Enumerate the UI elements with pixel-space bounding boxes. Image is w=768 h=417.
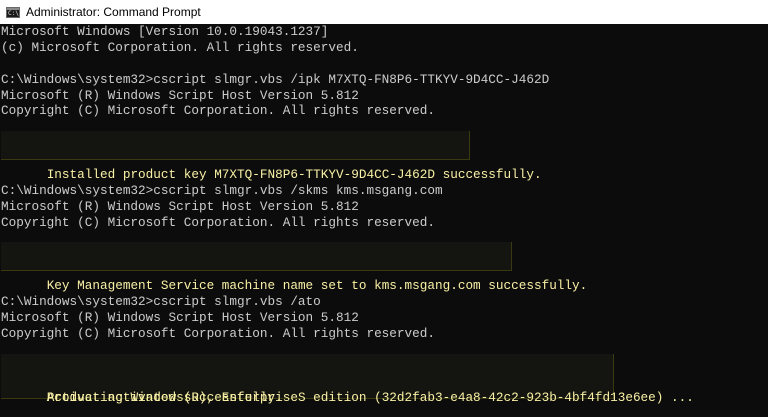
console-output[interactable]: Microsoft Windows [Version 10.0.19043.12… (0, 24, 768, 417)
command-line: C:\Windows\system32>cscript slmgr.vbs /s… (1, 182, 443, 198)
cmd-icon: C:\ (6, 6, 20, 18)
result-highlight-box (1, 242, 512, 272)
highlighted-result: Installed product key M7XTQ-FN8P6-TTKYV-… (1, 131, 768, 182)
output-line: Microsoft (R) Windows Script Host Versio… (1, 310, 359, 326)
highlighted-result: Product activated successfully. (1, 374, 768, 405)
banner-line: (c) Microsoft Corporation. All rights re… (1, 39, 359, 55)
output-line: Copyright (C) Microsoft Corporation. All… (1, 325, 435, 341)
command-line: C:\Windows\system32>cscript slmgr.vbs /a… (1, 294, 321, 310)
command-line: C:\Windows\system32>cscript slmgr.vbs /i… (1, 71, 550, 87)
result-text: Key Management Service machine name set … (46, 278, 588, 294)
highlighted-result: Activating Windows(R), EnterpriseS editi… (1, 353, 768, 405)
result-text: Installed product key M7XTQ-FN8P6-TTKYV-… (46, 167, 542, 183)
window-title: Administrator: Command Prompt (26, 5, 201, 19)
banner-line: Microsoft Windows [Version 10.0.19043.12… (1, 24, 329, 39)
output-line: Microsoft (R) Windows Script Host Versio… (1, 87, 359, 103)
result-highlight-box (1, 131, 470, 161)
output-line: Copyright (C) Microsoft Corporation. All… (1, 214, 435, 230)
result-text: Product activated successfully. (46, 389, 283, 405)
highlighted-result: Key Management Service machine name set … (1, 242, 768, 293)
command-prompt-window: C:\ Administrator: Command Prompt Micros… (0, 0, 768, 417)
cmd-icon-glyph: C:\ (8, 9, 19, 17)
output-line: Copyright (C) Microsoft Corporation. All… (1, 103, 435, 119)
output-line: Microsoft (R) Windows Script Host Versio… (1, 198, 359, 214)
title-bar[interactable]: C:\ Administrator: Command Prompt (0, 0, 768, 24)
